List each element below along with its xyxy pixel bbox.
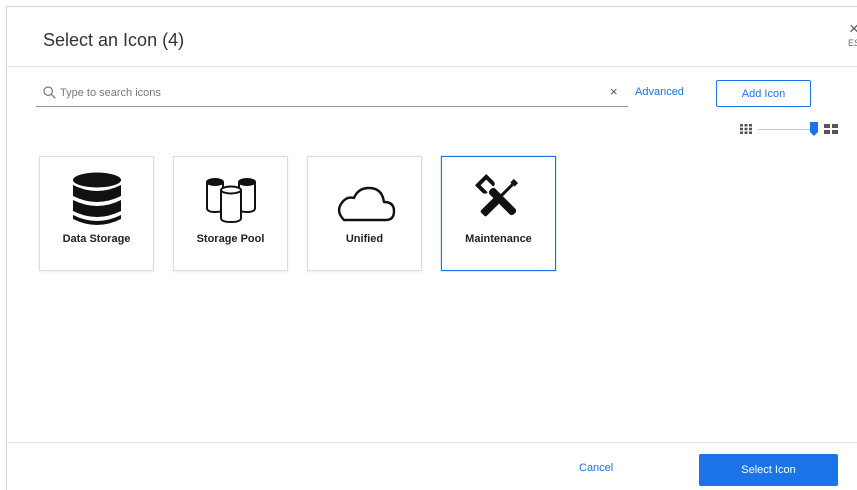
- icon-tile-label: Unified: [345, 233, 384, 245]
- icon-tile-label: Storage Pool: [196, 233, 265, 245]
- select-icon-dialog: Select an Icon (4) × ESC × Advanced Add …: [6, 6, 857, 490]
- close-button[interactable]: × ESC: [844, 20, 857, 48]
- advanced-search-link[interactable]: Advanced: [635, 86, 684, 98]
- storage-pool-icon: [174, 172, 287, 228]
- large-grid-icon[interactable]: [824, 124, 838, 134]
- clear-search-icon[interactable]: ×: [610, 85, 618, 99]
- add-icon-button[interactable]: Add Icon: [716, 80, 811, 107]
- search-input[interactable]: [60, 83, 600, 103]
- slider-track[interactable]: [758, 129, 812, 130]
- icon-tile-label: Maintenance: [465, 233, 532, 245]
- icon-tile-storage-pool[interactable]: Storage Pool: [173, 156, 288, 271]
- search-icon: [43, 86, 56, 99]
- icon-tile-unified[interactable]: Unified: [307, 156, 422, 271]
- cancel-button[interactable]: Cancel: [579, 462, 613, 474]
- select-icon-button[interactable]: Select Icon: [699, 454, 838, 486]
- database-icon: [40, 172, 153, 228]
- icon-tile-label: Data Storage: [62, 233, 131, 245]
- slider-thumb[interactable]: [810, 122, 818, 136]
- cloud-icon: [308, 172, 421, 228]
- header-divider: [7, 66, 857, 67]
- search-box: ×: [36, 81, 628, 107]
- small-grid-icon[interactable]: [740, 124, 752, 134]
- wrench-screwdriver-icon: [442, 172, 555, 228]
- close-icon[interactable]: ×: [844, 20, 857, 37]
- dialog-title: Select an Icon (4): [43, 30, 185, 50]
- tile-size-slider[interactable]: [740, 121, 838, 137]
- esc-hint: ESC: [848, 38, 857, 48]
- icon-tile-maintenance[interactable]: Maintenance: [441, 156, 556, 271]
- footer-divider: [7, 442, 857, 443]
- icon-tile-data-storage[interactable]: Data Storage: [39, 156, 154, 271]
